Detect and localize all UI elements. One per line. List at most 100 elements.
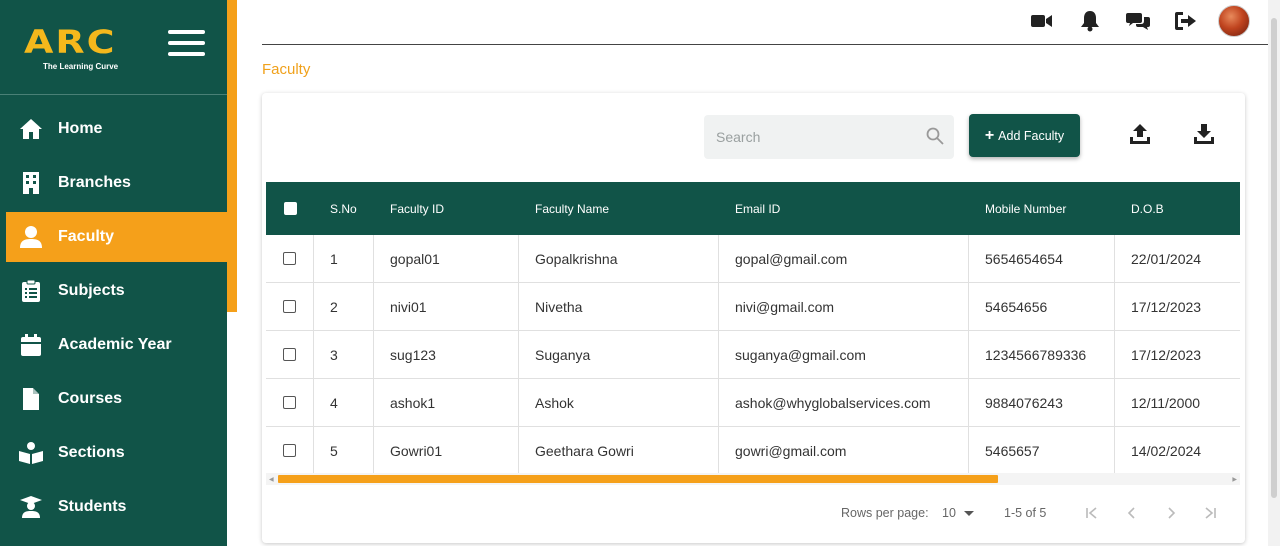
sidebar-item-label: Academic Year bbox=[58, 336, 172, 353]
cell-dob: 17/12/2023 bbox=[1131, 346, 1202, 363]
logo-text: ARC bbox=[24, 23, 117, 61]
next-page-icon[interactable] bbox=[1161, 503, 1181, 523]
brand-header: ARC The Learning Curve bbox=[0, 0, 227, 95]
table-header: S.No Faculty ID Faculty Name Email ID Mo… bbox=[266, 182, 1240, 235]
column-header[interactable]: Faculty Name bbox=[519, 182, 719, 235]
column-header[interactable]: Email ID bbox=[719, 182, 969, 235]
sidebar-item-label: Students bbox=[58, 498, 127, 515]
row-select-cell bbox=[266, 331, 314, 378]
cell-dob: 12/11/2000 bbox=[1131, 394, 1201, 411]
breadcrumb: Faculty bbox=[262, 61, 311, 78]
row-checkbox[interactable] bbox=[283, 348, 296, 361]
cell-faculty-id: nivi01 bbox=[374, 283, 519, 330]
search-box[interactable] bbox=[704, 115, 954, 159]
file-icon bbox=[18, 386, 44, 412]
cell-sno: 1 bbox=[314, 235, 374, 282]
prev-page-icon[interactable] bbox=[1122, 503, 1142, 523]
table-row[interactable]: 3 sug123 Suganya suganya@gmail.com 12345… bbox=[266, 331, 1240, 379]
search-icon[interactable] bbox=[926, 127, 944, 150]
scroll-left-arrow-icon[interactable]: ◀ bbox=[269, 476, 274, 483]
sidebar-item-faculty[interactable]: Faculty bbox=[6, 212, 227, 262]
cell-mobile: 9884076243 bbox=[969, 379, 1115, 426]
sidebar-item-branches[interactable]: Branches bbox=[0, 158, 227, 208]
cell-faculty-id: gopal01 bbox=[374, 235, 519, 282]
graduate-icon bbox=[18, 494, 44, 520]
cell-dob: 14/02/2024 bbox=[1131, 442, 1202, 459]
row-checkbox[interactable] bbox=[283, 300, 296, 313]
search-input[interactable] bbox=[704, 115, 914, 159]
cell-email: gopal@gmail.com bbox=[719, 235, 969, 282]
table-row[interactable]: 1 gopal01 Gopalkrishna gopal@gmail.com 5… bbox=[266, 235, 1240, 283]
row-checkbox[interactable] bbox=[283, 252, 296, 265]
scroll-right-arrow-icon[interactable]: ▶ bbox=[1232, 476, 1237, 483]
first-page-icon[interactable] bbox=[1082, 503, 1102, 523]
row-select-cell bbox=[266, 283, 314, 330]
row-select-cell bbox=[266, 427, 314, 474]
sidebar-item-label: Subjects bbox=[58, 282, 125, 299]
sidebar: ARC The Learning Curve Home Branches Fac… bbox=[0, 0, 227, 546]
cell-email: suganya@gmail.com bbox=[719, 331, 969, 378]
cell-sno: 2 bbox=[314, 283, 374, 330]
topbar-icons bbox=[1006, 5, 1250, 37]
menu-toggle-icon[interactable] bbox=[168, 30, 205, 58]
select-all-checkbox[interactable] bbox=[283, 202, 297, 215]
logout-icon[interactable] bbox=[1174, 9, 1198, 33]
rows-per-page-select[interactable]: 10 bbox=[942, 506, 974, 520]
reader-icon bbox=[18, 440, 44, 466]
cell-faculty-name: Geethara Gowri bbox=[519, 427, 719, 474]
clipboard-icon bbox=[18, 278, 44, 304]
cell-mobile: 1234566789336 bbox=[969, 331, 1115, 378]
page-scrollbar[interactable] bbox=[1268, 0, 1280, 546]
sidebar-item-courses[interactable]: Courses bbox=[0, 374, 227, 424]
cell-faculty-name: Suganya bbox=[519, 331, 719, 378]
page-scrollbar-thumb[interactable] bbox=[1271, 18, 1277, 498]
caret-down-icon bbox=[963, 510, 974, 516]
sidebar-item-sections[interactable]: Sections bbox=[0, 428, 227, 478]
topbar-divider bbox=[262, 44, 1268, 45]
table-row[interactable]: 5 Gowri01 Geethara Gowri gowri@gmail.com… bbox=[266, 427, 1240, 475]
cell-faculty-name: Nivetha bbox=[519, 283, 719, 330]
column-header[interactable]: S.No bbox=[314, 182, 374, 235]
sidebar-item-label: Sections bbox=[58, 444, 125, 461]
cell-sno: 5 bbox=[314, 427, 374, 474]
add-faculty-button[interactable]: + Add Faculty bbox=[969, 114, 1080, 157]
sidebar-item-students[interactable]: Students bbox=[0, 482, 227, 532]
cell-email: gowri@gmail.com bbox=[719, 427, 969, 474]
sidebar-item-label: Faculty bbox=[58, 228, 115, 245]
table-row[interactable]: 4 ashok1 Ashok ashok@whyglobalservices.c… bbox=[266, 379, 1240, 427]
cell-faculty-name: Ashok bbox=[519, 379, 719, 426]
row-checkbox[interactable] bbox=[283, 396, 296, 409]
column-header[interactable]: Mobile Number bbox=[969, 182, 1115, 235]
table-row[interactable]: 2 nivi01 Nivetha nivi@gmail.com 54654656… bbox=[266, 283, 1240, 331]
download-icon[interactable] bbox=[1191, 121, 1217, 147]
cell-faculty-id: Gowri01 bbox=[374, 427, 519, 474]
scrollbar-thumb[interactable] bbox=[278, 475, 998, 483]
sidebar-item-home[interactable]: Home bbox=[0, 104, 227, 154]
sidebar-item-label: Courses bbox=[58, 390, 123, 407]
home-icon bbox=[18, 116, 44, 142]
column-header[interactable]: Faculty ID bbox=[374, 182, 519, 235]
user-icon bbox=[18, 224, 44, 250]
sidebar-item-academic-year[interactable]: Academic Year bbox=[0, 320, 227, 370]
cell-faculty-id: ashok1 bbox=[374, 379, 519, 426]
cell-sno: 4 bbox=[314, 379, 374, 426]
cell-sno: 3 bbox=[314, 331, 374, 378]
last-page-icon[interactable] bbox=[1200, 503, 1220, 523]
arc-logo[interactable]: ARC The Learning Curve bbox=[24, 26, 146, 74]
building-icon bbox=[18, 170, 44, 196]
select-all-cell bbox=[266, 182, 314, 235]
logo-tagline: The Learning Curve bbox=[43, 62, 119, 71]
column-header[interactable]: D.O.B bbox=[1115, 182, 1240, 235]
user-avatar[interactable] bbox=[1218, 5, 1250, 37]
cell-mobile: 54654656 bbox=[969, 283, 1115, 330]
bell-icon[interactable] bbox=[1078, 9, 1102, 33]
row-checkbox[interactable] bbox=[283, 444, 296, 457]
video-icon[interactable] bbox=[1030, 9, 1054, 33]
row-select-cell bbox=[266, 235, 314, 282]
sidebar-item-subjects[interactable]: Subjects bbox=[0, 266, 227, 316]
upload-icon[interactable] bbox=[1127, 121, 1153, 147]
horizontal-scrollbar[interactable]: ◀ ▶ bbox=[266, 473, 1240, 485]
chat-icon[interactable] bbox=[1126, 9, 1150, 33]
rows-per-page-label: Rows per page: bbox=[841, 506, 929, 520]
rows-per-page-value: 10 bbox=[942, 506, 956, 520]
